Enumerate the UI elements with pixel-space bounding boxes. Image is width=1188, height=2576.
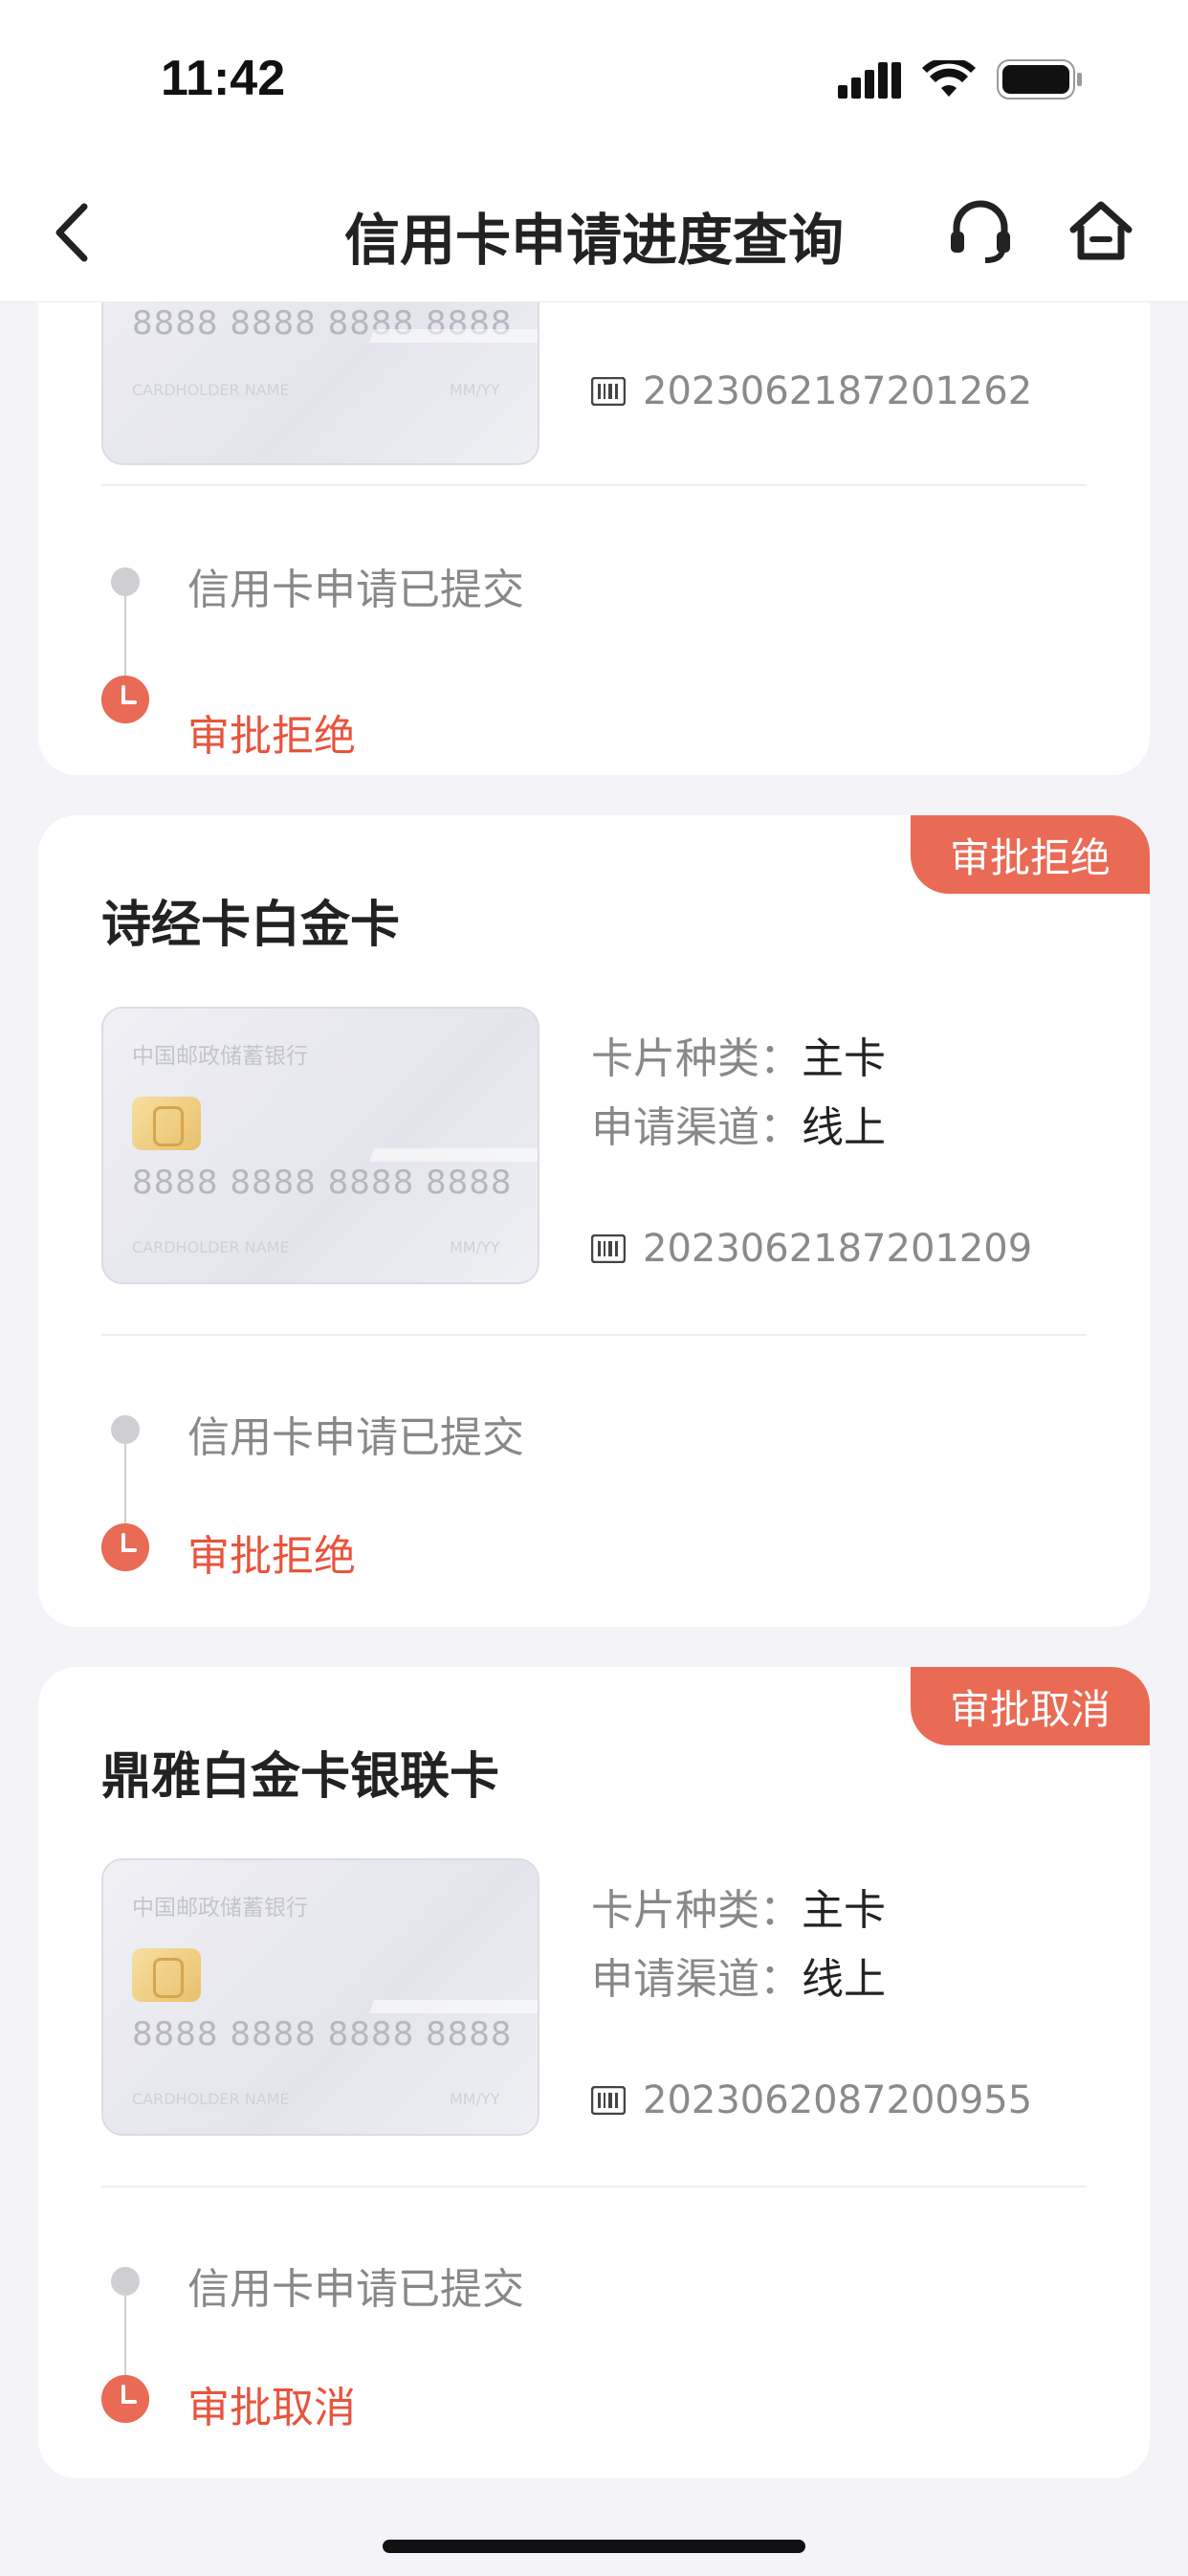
- status-badge: 审批拒绝: [911, 815, 1150, 894]
- chip-icon: [132, 1948, 201, 2002]
- timeline-step-result: 审批拒绝: [187, 712, 356, 761]
- card-decoration: [318, 329, 538, 463]
- channel-row: 申请渠道：线上: [591, 1944, 886, 2006]
- status-time: 11:42: [161, 51, 286, 106]
- application-number-value: 2023062187201262: [643, 369, 1033, 413]
- timeline-step-result: 审批取消: [187, 2384, 356, 2432]
- bank-name: 中国邮政储蓄银行: [132, 1896, 308, 1921]
- timeline-line: [124, 2289, 126, 2385]
- divider: [101, 1334, 1087, 1336]
- status-badge: 审批取消: [911, 1667, 1150, 1745]
- channel-value: 线上: [802, 1103, 886, 1152]
- barcode-icon: [591, 1234, 626, 1263]
- cardholder-label: CARDHOLDER NAME: [132, 381, 290, 399]
- channel-label: 申请渠道：: [591, 1955, 802, 2004]
- card-type-value: 主卡: [802, 1886, 886, 1935]
- clock-icon: [101, 676, 149, 723]
- channel-label: 申请渠道：: [591, 1103, 802, 1152]
- channel-row: 申请渠道：线上: [591, 1093, 886, 1154]
- credit-card-image: 8888 8888 8888 8888 CARDHOLDER NAME MM/Y…: [101, 302, 539, 465]
- home-icon[interactable]: [1067, 197, 1134, 264]
- barcode-icon: [591, 2086, 626, 2115]
- card-type-label: 卡片种类：: [591, 1886, 802, 1935]
- cardholder-label: CARDHOLDER NAME: [132, 1238, 290, 1256]
- application-number: 2023062187201262: [591, 369, 1032, 413]
- application-number-value: 2023062187201209: [643, 1227, 1033, 1271]
- cellular-signal-icon: [838, 62, 901, 99]
- timeline-step-submitted: 信用卡申请已提交: [187, 566, 524, 614]
- barcode-icon: [591, 377, 626, 406]
- headset-icon[interactable]: [947, 197, 1014, 264]
- status-icons: [838, 59, 1083, 100]
- card-type-row: 卡片种类：主卡: [591, 1024, 886, 1085]
- bank-name: 中国邮政储蓄银行: [132, 1044, 308, 1069]
- timeline-step-submitted: 信用卡申请已提交: [187, 1413, 524, 1462]
- timeline-step-result: 审批拒绝: [187, 1532, 356, 1581]
- chip-icon: [132, 1097, 201, 1150]
- card-product-name: 鼎雅白金卡银联卡: [101, 1748, 500, 1806]
- card-type-row: 卡片种类：主卡: [591, 1876, 886, 1937]
- credit-card-image: 中国邮政储蓄银行 8888 8888 8888 8888 CARDHOLDER …: [101, 1858, 539, 2136]
- application-list[interactable]: 8888 8888 8888 8888 CARDHOLDER NAME MM/Y…: [0, 302, 1188, 2484]
- status-bar: 11:42: [0, 0, 1188, 153]
- card-type-value: 主卡: [802, 1034, 886, 1083]
- wifi-icon: [922, 60, 976, 97]
- application-card[interactable]: 8888 8888 8888 8888 CARDHOLDER NAME MM/Y…: [38, 302, 1150, 775]
- timeline-line: [124, 589, 126, 685]
- application-number: 2023062187201209: [591, 1227, 1032, 1271]
- application-card[interactable]: 审批取消 鼎雅白金卡银联卡 中国邮政储蓄银行 8888 8888 8888 88…: [38, 1667, 1150, 2478]
- timeline-step-submitted: 信用卡申请已提交: [187, 2265, 524, 2314]
- cardholder-label: CARDHOLDER NAME: [132, 2090, 290, 2108]
- application-number: 2023062087200955: [591, 2078, 1032, 2122]
- application-card[interactable]: 审批拒绝 诗经卡白金卡 中国邮政储蓄银行 8888 8888 8888 8888…: [38, 815, 1150, 1627]
- divider: [101, 2186, 1087, 2187]
- credit-card-image: 中国邮政储蓄银行 8888 8888 8888 8888 CARDHOLDER …: [101, 1007, 539, 1284]
- battery-icon: [997, 59, 1082, 100]
- channel-value: 线上: [802, 1955, 886, 2004]
- clock-icon: [101, 2375, 149, 2423]
- application-number-value: 2023062087200955: [643, 2078, 1033, 2122]
- clock-icon: [101, 1523, 149, 1571]
- divider: [101, 484, 1087, 486]
- card-product-name: 诗经卡白金卡: [101, 897, 401, 954]
- timeline-line: [124, 1437, 126, 1533]
- card-type-label: 卡片种类：: [591, 1034, 802, 1083]
- home-indicator[interactable]: [383, 2540, 805, 2553]
